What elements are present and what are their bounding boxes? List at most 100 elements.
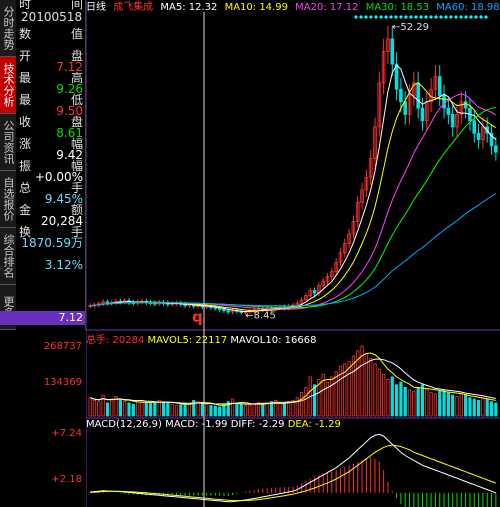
candle-body	[442, 95, 446, 109]
info-row: 开盘	[17, 48, 85, 64]
info-row: 总手	[17, 180, 85, 196]
volume-bar	[373, 363, 377, 417]
tab-watchlist[interactable]: 自选报价	[0, 171, 16, 228]
volume-bar	[127, 402, 131, 417]
mavol10-line	[90, 358, 496, 405]
ma60-label: MA60: 18.98	[436, 2, 500, 13]
volume-bar	[394, 384, 399, 417]
volume-bar	[455, 396, 459, 417]
volume-bar	[222, 403, 226, 417]
info-label: 最	[19, 93, 32, 107]
volume-bar	[140, 401, 144, 417]
volume-bar	[88, 397, 92, 417]
macd-value: MACD: -1.99	[165, 419, 228, 430]
volume-bar	[494, 402, 498, 417]
info-label: 振	[19, 159, 32, 173]
tab-company-news[interactable]: 公司资讯	[0, 114, 16, 171]
tab-technical-analysis[interactable]: 技术分析	[0, 57, 16, 114]
dea-value: DEA: -1.29	[287, 419, 341, 430]
info-label: 数	[19, 27, 32, 41]
volume-bar	[334, 371, 338, 417]
volume-bar	[97, 401, 101, 417]
event-marker	[384, 15, 388, 19]
event-marker	[364, 15, 368, 19]
info-label-right: 幅	[70, 137, 83, 151]
tab-label: 综合排名	[2, 234, 15, 278]
volume-bar	[179, 404, 183, 417]
event-marker	[359, 15, 363, 19]
sidebar-tabs: 分时走势 技术分析 公司资讯 自选报价 综合排名 更多	[0, 0, 18, 330]
candle-body	[226, 310, 231, 313]
volume-bar	[213, 405, 217, 417]
event-marker	[469, 15, 473, 19]
candle-body	[494, 145, 498, 153]
volume-bar	[382, 373, 386, 417]
volume-bar	[265, 402, 269, 417]
chart-canvas[interactable]: ←52.29 ←8.45 q	[86, 0, 500, 507]
volume-bar	[118, 399, 122, 417]
volume-bar	[304, 386, 308, 417]
event-marker	[479, 15, 483, 19]
volume-bar	[239, 403, 243, 417]
volume-bar	[144, 402, 148, 417]
info-label-right: 高	[70, 71, 83, 85]
volume-bar	[248, 404, 252, 417]
volume-bar	[110, 398, 114, 417]
event-marker	[439, 15, 443, 19]
candle-body	[399, 88, 403, 103]
volume-bar	[399, 381, 403, 417]
ma60-line	[90, 193, 497, 307]
candle-body	[312, 290, 317, 294]
date-value: 20100518	[21, 10, 83, 24]
info-label: 最	[19, 71, 32, 85]
event-marker	[474, 15, 478, 19]
event-marker	[444, 15, 448, 19]
info-row: 最高	[17, 70, 85, 86]
volume-bar	[485, 398, 489, 417]
volume-bar	[464, 394, 468, 417]
info-row: 振幅	[17, 158, 85, 174]
volume-bar	[200, 402, 204, 417]
info-label: 总	[19, 181, 32, 195]
event-marker	[449, 15, 453, 19]
volume-bar	[459, 393, 463, 417]
macd-axis-mid: +2.18	[51, 474, 82, 485]
volume-bar	[92, 399, 97, 417]
candle-body	[403, 101, 408, 115]
stock-name: 成飞集成	[113, 2, 154, 13]
candle-body	[105, 301, 110, 304]
volume-bar	[446, 392, 450, 417]
volume-bar	[420, 384, 425, 417]
info-label: 收	[19, 115, 32, 129]
event-marker	[414, 15, 418, 19]
tab-label: 公司资讯	[2, 120, 15, 164]
volume-bar	[261, 403, 265, 417]
volume-bar	[390, 376, 394, 417]
info-label-right: 幅	[70, 159, 83, 173]
event-marker	[369, 15, 373, 19]
tab-intraday[interactable]: 分时走势	[0, 0, 16, 57]
info-label-right: 盘	[70, 49, 83, 63]
event-marker	[459, 15, 463, 19]
ma10-line	[90, 82, 497, 312]
tab-ranking[interactable]: 综合排名	[0, 228, 16, 285]
ma30-line	[90, 107, 496, 309]
info-date: 20100518	[17, 9, 85, 25]
volume-bar	[170, 403, 174, 417]
event-marker	[379, 15, 383, 19]
chart-area[interactable]: ←52.29 ←8.45 q 日线 成飞集成 MA5: 12.32 MA10: 14…	[86, 0, 500, 507]
volume-bar	[148, 403, 153, 417]
candle-body	[153, 302, 157, 305]
period-label: 日线	[86, 2, 106, 13]
candle-body	[472, 120, 477, 134]
tab-label: 分时走势	[2, 6, 15, 50]
ma20-line	[90, 93, 497, 310]
macd-name: MACD(12,26,9)	[86, 419, 162, 430]
cursor-price: 7.12	[58, 311, 84, 324]
volume-bar	[300, 392, 304, 417]
info-row: 收盘	[17, 114, 85, 130]
tab-label: 自选报价	[2, 177, 15, 221]
candle-body	[390, 38, 395, 65]
candle-body	[446, 107, 451, 115]
volume-bar	[243, 405, 248, 417]
